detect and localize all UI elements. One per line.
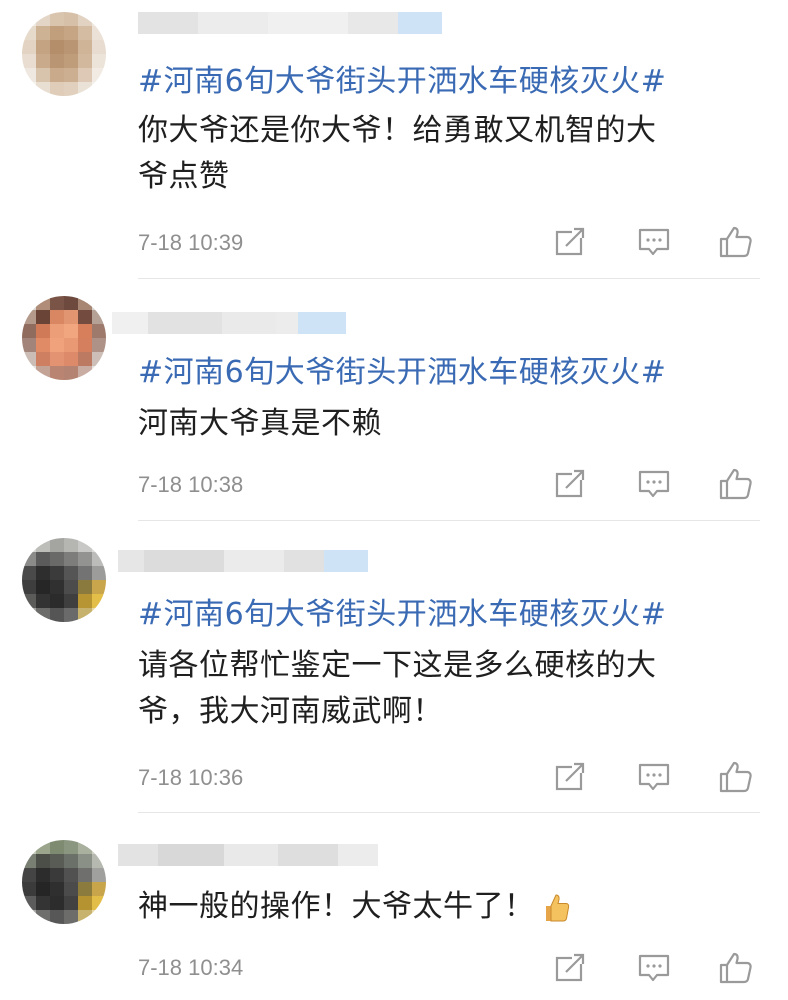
action-bar — [552, 466, 762, 502]
comment-text-line: 请各位帮忙鉴定一下这是多么硬核的大 — [138, 648, 657, 683]
like-button[interactable] — [718, 759, 754, 795]
share-icon — [555, 227, 585, 256]
thumbs-up-icon — [719, 468, 752, 500]
comment-item: 神一般的操作！大爷太牛了！ 7-18 10:34 — [0, 814, 788, 1000]
timestamp: 7-18 10:34 — [138, 955, 244, 980]
timestamp: 7-18 10:38 — [138, 472, 244, 497]
avatar[interactable] — [22, 538, 106, 622]
comment-text-content: 神一般的操作！大爷太牛了！ — [138, 889, 535, 924]
topic-hashtag[interactable]: #河南6旬大爷街头开洒水车硬核灭火# — [138, 59, 666, 105]
share-icon — [555, 469, 585, 498]
share-button[interactable] — [552, 759, 588, 795]
action-bar — [552, 950, 762, 986]
divider — [138, 520, 760, 521]
share-button[interactable] — [552, 950, 588, 986]
thumbs-up-icon — [719, 226, 752, 258]
share-icon — [555, 953, 585, 982]
share-button[interactable] — [552, 224, 588, 260]
action-bar — [552, 759, 762, 795]
divider — [138, 278, 760, 279]
username-blurred[interactable] — [138, 8, 442, 38]
reply-button[interactable] — [636, 224, 672, 260]
like-button[interactable] — [718, 466, 754, 502]
avatar[interactable] — [22, 840, 106, 924]
comment-text-line: 神一般的操作！大爷太牛了！ — [138, 884, 571, 930]
comment-icon — [638, 470, 670, 498]
comment-text: 你大爷还是你大爷！给勇敢又机智的大 爷点赞 — [138, 108, 657, 200]
comment-text-line: 爷点赞 — [138, 159, 230, 194]
share-icon — [555, 762, 585, 791]
thumbs-up-icon — [719, 952, 752, 984]
reply-button[interactable] — [636, 950, 672, 986]
comment-text: 请各位帮忙鉴定一下这是多么硬核的大 爷，我大河南威武啊！ — [138, 643, 657, 735]
thumbs-up-icon — [719, 761, 752, 793]
thumbs-up-emoji — [545, 893, 569, 921]
action-bar — [552, 224, 762, 260]
comment-icon — [638, 763, 670, 791]
comment-icon — [638, 228, 670, 256]
topic-hashtag[interactable]: #河南6旬大爷街头开洒水车硬核灭火# — [138, 592, 666, 638]
divider — [138, 812, 760, 813]
comment-item: #河南6旬大爷街头开洒水车硬核灭火# 河南大爷真是不赖 7-18 10:38 — [0, 280, 788, 520]
comment-text-line: 河南大爷真是不赖 — [138, 406, 382, 441]
username-blurred[interactable] — [118, 546, 368, 576]
comment-item: #河南6旬大爷街头开洒水车硬核灭火# 请各位帮忙鉴定一下这是多么硬核的大 爷，我… — [0, 522, 788, 812]
topic-hashtag[interactable]: #河南6旬大爷街头开洒水车硬核灭火# — [138, 350, 666, 396]
username-blurred[interactable] — [112, 308, 346, 338]
like-button[interactable] — [718, 950, 754, 986]
comment-icon — [638, 954, 670, 982]
comment-text: 河南大爷真是不赖 — [138, 401, 382, 447]
reply-button[interactable] — [636, 759, 672, 795]
username-blurred[interactable] — [118, 840, 378, 870]
comment-text-line: 爷，我大河南威武啊！ — [138, 694, 443, 729]
comment-item: #河南6旬大爷街头开洒水车硬核灭火# 你大爷还是你大爷！给勇敢又机智的大 爷点赞… — [0, 0, 788, 280]
avatar[interactable] — [22, 12, 106, 96]
avatar[interactable] — [22, 296, 106, 380]
timestamp: 7-18 10:39 — [138, 230, 244, 255]
comment-text: 神一般的操作！大爷太牛了！ — [138, 884, 571, 930]
like-button[interactable] — [718, 224, 754, 260]
reply-button[interactable] — [636, 466, 672, 502]
comment-text-line: 你大爷还是你大爷！给勇敢又机智的大 — [138, 113, 657, 148]
timestamp: 7-18 10:36 — [138, 765, 244, 790]
share-button[interactable] — [552, 466, 588, 502]
